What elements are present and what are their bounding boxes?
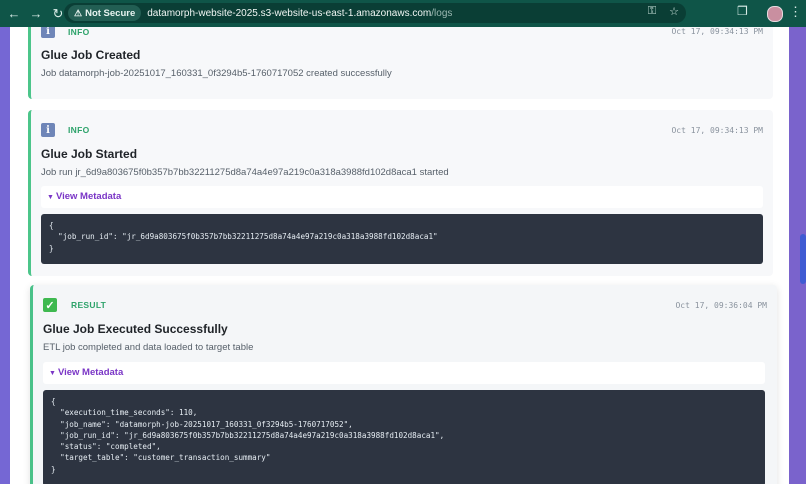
- check-mark-icon: ✓: [43, 298, 57, 312]
- view-metadata-label: View Metadata: [55, 191, 122, 202]
- log-timestamp: Oct 17, 09:34:13 PM: [671, 126, 763, 135]
- log-level: INFO: [68, 27, 90, 37]
- warning-icon: ⚠: [74, 7, 83, 18]
- log-timestamp: Oct 17, 09:36:04 PM: [675, 301, 767, 310]
- log-title: Glue Job Created: [41, 48, 141, 62]
- bookmark-star-icon[interactable]: ☆: [666, 5, 682, 18]
- security-label: Not Secure: [85, 7, 136, 19]
- info-icon: i: [41, 27, 55, 38]
- url-host: datamorph-website-2025.s3-website-us-eas…: [147, 7, 432, 19]
- log-timestamp: Oct 17, 09:34:13 PM: [671, 27, 763, 36]
- arrow-right-icon: →: [29, 6, 43, 21]
- view-metadata-label: View Metadata: [57, 367, 124, 378]
- log-entry-created: i INFO Oct 17, 09:34:13 PM Glue Job Crea…: [28, 27, 773, 99]
- log-title: Glue Job Executed Successfully: [43, 322, 228, 336]
- caret-down-icon: ▼: [49, 370, 56, 377]
- log-level: INFO: [68, 125, 90, 135]
- log-entry-started: i INFO Oct 17, 09:34:13 PM Glue Job Star…: [28, 110, 773, 276]
- logs-panel: i INFO Oct 17, 09:34:13 PM Glue Job Crea…: [10, 27, 789, 484]
- metadata-json-block: { "job_run_id": "jr_6d9a803675f0b357b7bb…: [41, 214, 763, 264]
- reload-icon: ↻: [52, 5, 64, 21]
- address-bar[interactable]: ⚠ Not Secure datamorph-website-2025.s3-w…: [64, 3, 686, 23]
- view-metadata-link[interactable]: ▼ View Metadata: [47, 191, 121, 202]
- forward-button[interactable]: →: [26, 4, 46, 24]
- url-text[interactable]: datamorph-website-2025.s3-website-us-eas…: [147, 8, 452, 19]
- view-metadata-link[interactable]: ▼ View Metadata: [49, 367, 123, 378]
- log-level: RESULT: [71, 300, 107, 310]
- log-message: Job run jr_6d9a803675f0b357b7bb32211275d…: [41, 167, 449, 178]
- back-button[interactable]: ←: [4, 4, 24, 24]
- log-message: ETL job completed and data loaded to tar…: [43, 342, 254, 353]
- caret-down-icon: ▼: [47, 194, 54, 201]
- metadata-toggle-bar[interactable]: ▼ View Metadata: [43, 362, 765, 384]
- extensions-puzzle-icon[interactable]: ❒: [737, 4, 748, 18]
- metadata-json-block: { "execution_time_seconds": 110, "job_na…: [43, 390, 765, 484]
- arrow-left-icon: ←: [7, 6, 21, 21]
- page-scrollbar[interactable]: [800, 234, 806, 284]
- menu-kebab-icon[interactable]: ⋮: [789, 4, 802, 20]
- security-indicator[interactable]: ⚠ Not Secure: [68, 5, 142, 21]
- password-key-icon[interactable]: ⚿: [644, 5, 660, 18]
- log-message: Job datamorph-job-20251017_160331_0f3294…: [41, 68, 392, 79]
- log-title: Glue Job Started: [41, 147, 138, 161]
- browser-toolbar: ← → ↻ ⚠ Not Secure datamorph-website-202…: [0, 0, 806, 27]
- metadata-toggle-bar[interactable]: ▼ View Metadata: [41, 186, 763, 208]
- info-icon: i: [41, 123, 55, 137]
- url-path: /logs: [431, 7, 453, 19]
- profile-avatar[interactable]: [767, 6, 783, 22]
- log-entry-executed: ✓ RESULT Oct 17, 09:36:04 PM Glue Job Ex…: [30, 285, 777, 484]
- page-viewport: i INFO Oct 17, 09:34:13 PM Glue Job Crea…: [0, 27, 806, 484]
